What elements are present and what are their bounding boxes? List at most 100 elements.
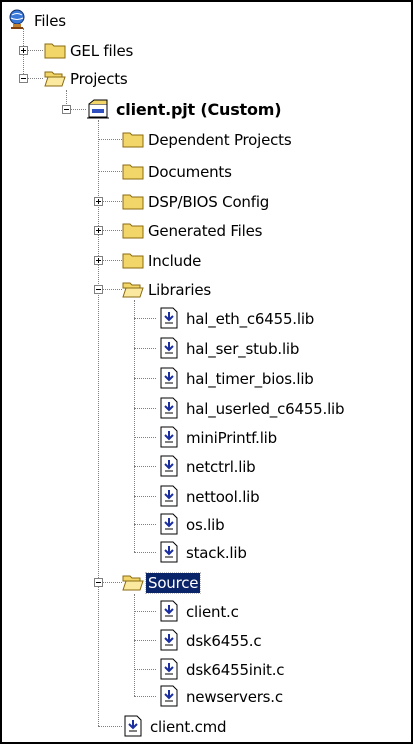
- tree-line: [134, 466, 156, 467]
- tree-line: [134, 611, 156, 612]
- file-icon: [158, 541, 180, 563]
- collapse-projects-button[interactable]: [19, 74, 28, 83]
- collapse-source-button[interactable]: [94, 578, 103, 587]
- tree-item-source-file[interactable]: newservers.c: [154, 684, 374, 710]
- folder-icon: [44, 39, 66, 61]
- tree-item-source-file[interactable]: dsk6455.c: [154, 628, 374, 654]
- tree-item-projects[interactable]: Projects: [32, 66, 172, 92]
- collapse-project-button[interactable]: [62, 105, 71, 114]
- file-icon: [158, 426, 180, 448]
- project-icon: [86, 98, 109, 120]
- file-icon: [158, 337, 180, 359]
- file-icon: [158, 685, 180, 707]
- tree-item-project[interactable]: client.pjt (Custom): [76, 97, 336, 123]
- tree-item-library-file[interactable]: stack.lib: [154, 540, 404, 566]
- folder-icon: [122, 219, 144, 241]
- file-icon: [122, 715, 144, 737]
- folder-icon: [122, 128, 144, 150]
- tree-item-label: client.pjt (Custom): [116, 100, 282, 119]
- folder-icon: [122, 190, 144, 212]
- expand-include-button[interactable]: [94, 256, 103, 265]
- tree-line: [134, 552, 156, 553]
- tree-item-label: DSP/BIOS Config: [148, 193, 270, 211]
- tree-item-library-file[interactable]: hal_timer_bios.lib: [154, 366, 404, 392]
- file-icon: [158, 455, 180, 477]
- tree-item-source[interactable]: Source: [112, 570, 312, 596]
- file-icon: [158, 658, 180, 680]
- tree-item-source-file[interactable]: dsk6455init.c: [154, 657, 374, 683]
- collapse-libraries-button[interactable]: [94, 285, 103, 294]
- tree-item-label: netctrl.lib: [186, 458, 256, 476]
- tree-line: [134, 378, 156, 379]
- folder-open-icon: [44, 67, 66, 89]
- tree-line: [134, 318, 156, 319]
- tree-item-label: hal_userled_c6455.lib: [186, 400, 345, 418]
- expand-generated-files-button[interactable]: [94, 226, 103, 235]
- globe-icon: [8, 9, 30, 31]
- tree-item-generated-files[interactable]: Generated Files: [112, 218, 332, 244]
- tree-item-documents[interactable]: Documents: [112, 159, 312, 185]
- tree-item-label: Include: [148, 252, 202, 270]
- tree-item-library-file[interactable]: miniPrintf.lib: [154, 425, 404, 451]
- tree-item-library-file[interactable]: hal_ser_stub.lib: [154, 336, 404, 362]
- tree-item-library-file[interactable]: hal_userled_c6455.lib: [154, 396, 404, 422]
- folder-icon: [122, 249, 144, 271]
- tree-item-label: Generated Files: [148, 222, 263, 240]
- tree-line: [134, 408, 156, 409]
- tree-item-gel-files[interactable]: GEL files: [32, 38, 172, 64]
- tree-line: [134, 437, 156, 438]
- tree-line: [134, 594, 135, 696]
- file-icon: [158, 513, 180, 535]
- tree-item-label: nettool.lib: [186, 488, 260, 506]
- tree-item-label: Files: [34, 12, 66, 30]
- tree-item-label: os.lib: [186, 516, 225, 534]
- file-icon: [158, 629, 180, 651]
- folder-open-icon: [122, 278, 144, 300]
- tree-item-library-file[interactable]: netctrl.lib: [154, 454, 404, 480]
- tree-line: [134, 696, 156, 697]
- tree-item-library-file[interactable]: os.lib: [154, 512, 404, 538]
- tree-item-label: dsk6455.c: [186, 632, 262, 650]
- file-tree-panel: Files GEL files Projects client.pjt (Cus…: [0, 0, 413, 744]
- folder-open-icon: [122, 571, 144, 593]
- expand-dsp-bios-config-button[interactable]: [94, 197, 103, 206]
- tree-line: [134, 524, 156, 525]
- expand-gel-files-button[interactable]: [19, 46, 28, 55]
- tree-item-library-file[interactable]: nettool.lib: [154, 484, 404, 510]
- tree-item-label: Libraries: [148, 281, 211, 299]
- tree-item-cmd-file[interactable]: client.cmd: [118, 714, 318, 740]
- folder-icon: [122, 160, 144, 182]
- file-icon: [158, 600, 180, 622]
- tree-item-label: client.cmd: [150, 718, 227, 736]
- tree-item-files[interactable]: Files: [8, 8, 128, 34]
- file-icon: [158, 397, 180, 419]
- tree-item-label: hal_timer_bios.lib: [186, 370, 314, 388]
- tree-item-label: client.c: [186, 603, 239, 621]
- tree-item-dsp-bios-config[interactable]: DSP/BIOS Config: [112, 189, 332, 215]
- file-icon: [158, 307, 180, 329]
- tree-line: [134, 669, 156, 670]
- tree-item-label: dsk6455init.c: [186, 661, 285, 679]
- tree-item-label: miniPrintf.lib: [186, 429, 277, 447]
- tree-item-label: Dependent Projects: [148, 131, 292, 149]
- tree-item-libraries[interactable]: Libraries: [112, 277, 312, 303]
- tree-item-label: stack.lib: [186, 544, 247, 562]
- tree-line: [98, 120, 99, 726]
- tree-item-library-file[interactable]: hal_eth_c6455.lib: [154, 306, 404, 332]
- tree-item-include[interactable]: Include: [112, 248, 312, 274]
- tree-line: [134, 348, 156, 349]
- tree-item-dependent-projects[interactable]: Dependent Projects: [112, 127, 372, 153]
- tree-item-label: hal_eth_c6455.lib: [186, 310, 315, 328]
- tree-line: [134, 640, 156, 641]
- file-icon: [158, 367, 180, 389]
- tree-line: [134, 300, 135, 552]
- tree-item-label: GEL files: [70, 42, 134, 60]
- tree-item-label: Source: [144, 572, 202, 594]
- tree-item-label: Projects: [70, 70, 128, 88]
- tree-item-label: newservers.c: [186, 688, 283, 706]
- file-icon: [158, 485, 180, 507]
- tree-item-label: hal_ser_stub.lib: [186, 340, 300, 358]
- tree-item-label: Documents: [148, 163, 232, 181]
- tree-item-source-file[interactable]: client.c: [154, 599, 374, 625]
- tree-line: [134, 496, 156, 497]
